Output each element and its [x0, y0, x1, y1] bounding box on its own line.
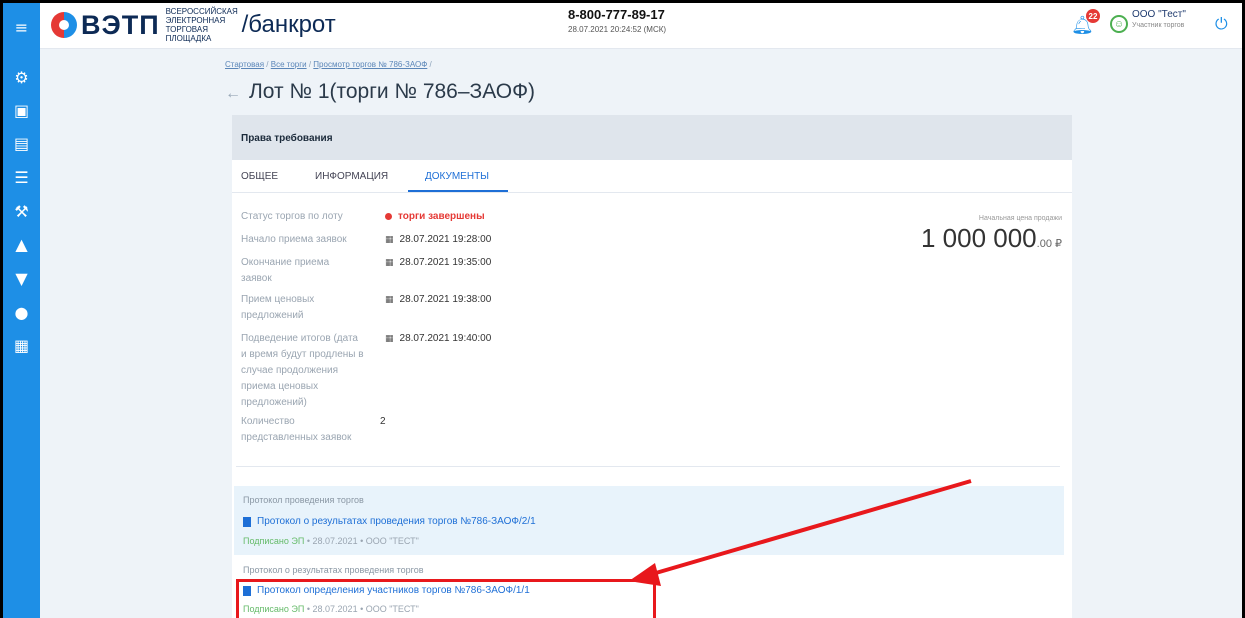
annotation-arrow-line [648, 479, 972, 577]
annotation-arrow [629, 479, 972, 586]
annotation-arrow-head [629, 563, 661, 586]
app-window: ВЭТП ВСЕРОССИЙСКАЯ ЭЛЕКТРОННАЯ ТОРГОВАЯ … [0, 0, 1245, 618]
